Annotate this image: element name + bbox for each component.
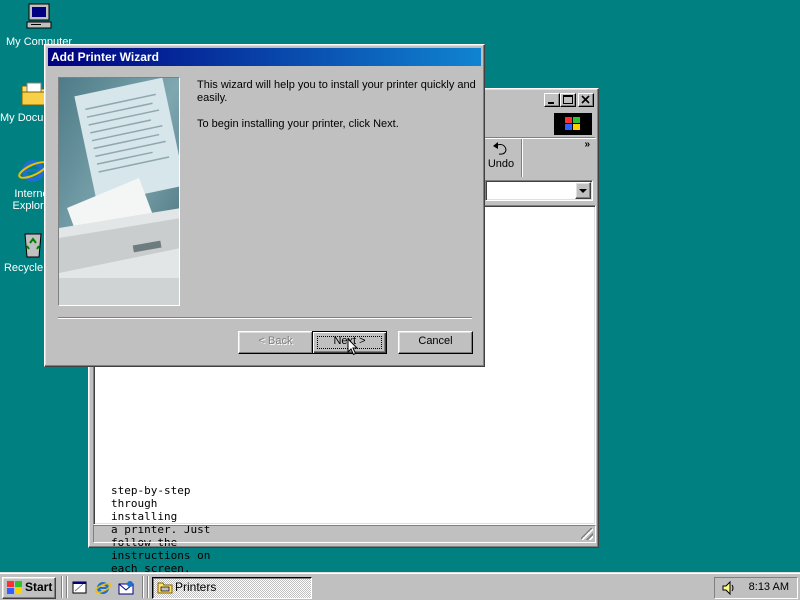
toolbar-divider — [521, 139, 523, 177]
my-computer-icon — [23, 2, 55, 34]
start-label: Start — [25, 580, 53, 594]
close-button[interactable] — [578, 93, 594, 107]
desktop-icon-my-computer[interactable]: My Computer — [4, 2, 74, 48]
add-printer-wizard-dialog: Add Printer Wizard This wizard will help… — [44, 44, 485, 367]
windows-flag-icon — [565, 117, 581, 131]
address-dropdown-button[interactable] — [575, 182, 591, 199]
taskbar-divider — [61, 576, 63, 598]
show-desktop-icon[interactable] — [71, 579, 89, 597]
window-caption-buttons — [544, 93, 594, 107]
wizard-instruction-text: To begin installing your printer, click … — [197, 118, 399, 130]
taskbar-grip[interactable] — [147, 576, 149, 598]
taskbar-button-printers[interactable]: Printers — [152, 577, 312, 599]
chevron-down-icon — [579, 189, 587, 193]
wizard-intro-text: This wizard will help you to install you… — [197, 79, 476, 104]
taskbar: Start Printers 8:13 AM — [0, 572, 800, 600]
cancel-button[interactable]: Cancel — [398, 331, 473, 354]
clock[interactable]: 8:13 AM — [749, 581, 789, 593]
windows-logo-box — [554, 113, 592, 135]
maximize-button[interactable] — [560, 93, 576, 107]
printers-folder-icon — [157, 582, 173, 594]
status-bar — [93, 525, 596, 543]
close-icon — [581, 95, 590, 104]
printer-illustration-icon — [59, 78, 179, 305]
wizard-titlebar[interactable]: Add Printer Wizard — [48, 48, 481, 66]
resize-grip[interactable] — [581, 528, 593, 540]
mouse-cursor-icon — [347, 338, 359, 356]
minimize-button[interactable] — [544, 93, 560, 107]
system-tray: 8:13 AM — [714, 577, 798, 599]
outlook-express-icon[interactable] — [117, 579, 135, 597]
undo-label: Undo — [487, 158, 515, 170]
minimize-icon — [548, 102, 554, 104]
internet-explorer-icon[interactable] — [94, 579, 112, 597]
start-button[interactable]: Start — [2, 577, 56, 599]
taskbar-grip[interactable] — [66, 576, 68, 598]
windows-flag-icon — [7, 581, 23, 595]
maximize-icon — [563, 95, 573, 104]
undo-button[interactable]: Undo — [481, 141, 521, 170]
toolbar-chevron[interactable]: » — [584, 139, 590, 150]
wizard-body-text: This wizard will help you to install you… — [197, 79, 477, 144]
back-button-label: < Back — [258, 335, 293, 347]
undo-icon — [493, 142, 507, 155]
wizard-separator — [58, 317, 472, 319]
cancel-button-label: Cancel — [418, 335, 453, 347]
address-combo[interactable] — [485, 180, 593, 201]
wizard-printer-illustration — [58, 77, 180, 306]
volume-icon[interactable] — [721, 580, 737, 596]
taskbar-button-label: Printers — [175, 580, 217, 594]
next-button[interactable]: Next > — [312, 331, 387, 356]
taskbar-divider — [142, 576, 144, 598]
back-button[interactable]: < Back — [238, 331, 313, 354]
